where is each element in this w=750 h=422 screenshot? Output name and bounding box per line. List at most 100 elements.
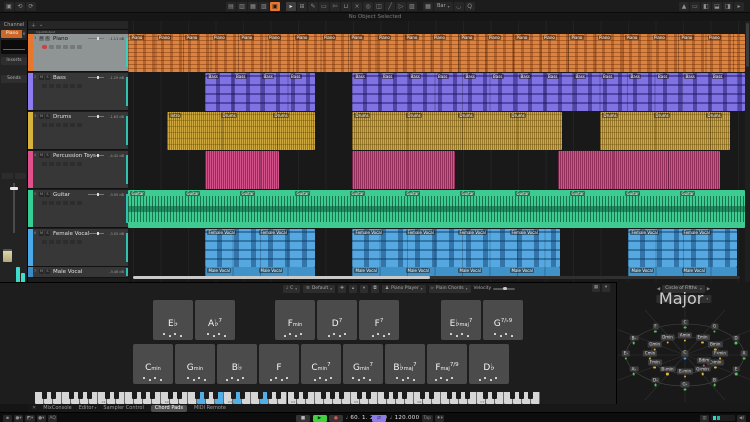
zoom-tool[interactable]: ◎ (363, 2, 373, 11)
track-volume-slider[interactable] (88, 77, 104, 78)
piano-keyboard[interactable]: C1C2C3C4C5C6C7 (35, 392, 540, 404)
black-key-54[interactable] (528, 392, 533, 399)
assistant-chord-Gbmin[interactable]: G♯min (694, 366, 711, 375)
edit-channel-icon[interactable] (56, 84, 61, 88)
assistant-chord-Bmin[interactable]: Bmin (708, 342, 722, 351)
draw-tool[interactable]: ✎ (308, 2, 318, 11)
mute-button[interactable]: M (39, 192, 44, 197)
horizontal-scrollbar-thumb[interactable] (133, 276, 430, 279)
black-key-24[interactable] (258, 392, 263, 399)
color-tool[interactable]: ▨ (407, 2, 417, 11)
vertical-scrollbar-thumb[interactable] (746, 23, 749, 67)
lane-icon[interactable] (70, 84, 75, 88)
assistant-chord-Bbmin[interactable]: B♭min (659, 366, 675, 375)
track-volume-slider[interactable] (88, 155, 104, 156)
track-row-male-vocal[interactable]: 7MSMale Vocal-3.46 dB (28, 267, 128, 278)
channel-eq-display[interactable] (1, 40, 27, 54)
assistant-chord-Eb[interactable]: E♭ (622, 351, 630, 360)
black-key-50[interactable] (492, 392, 497, 399)
solo-button[interactable]: S (45, 36, 50, 41)
range-selection-tool[interactable]: ⊞ (297, 2, 307, 11)
black-key-0[interactable] (42, 392, 47, 399)
black-key-53[interactable] (519, 392, 524, 399)
clip-drums[interactable]: DrumsDrumsDrumsDrums (352, 112, 562, 150)
channel-pan-buttons[interactable] (2, 173, 26, 179)
tab-mixconsole[interactable]: MixConsole (43, 405, 72, 411)
chord-pad-Bbmaj7[interactable]: B♭maj7 (385, 344, 425, 384)
transpose-down-icon[interactable]: ▾ (360, 285, 368, 293)
monitor-icon[interactable] (49, 162, 54, 166)
split-tool[interactable]: ✄ (330, 2, 340, 11)
solo-button[interactable]: S (45, 269, 50, 274)
freeze-icon[interactable] (63, 201, 68, 205)
assistant-chord-Dmin[interactable]: Dmin (660, 335, 675, 344)
preset-select[interactable]: ≡Default▾ (303, 285, 335, 293)
automation-icon[interactable] (77, 123, 82, 127)
black-key-33[interactable] (339, 392, 344, 399)
constrain-delay-icon[interactable]: ▪ (3, 415, 12, 422)
channel-edit-button[interactable]: e (22, 30, 26, 38)
edit-channel-icon[interactable] (56, 162, 61, 166)
chord-pad-Gmin[interactable]: Gmin (175, 344, 215, 384)
clip-percussion[interactable] (205, 151, 279, 189)
grid-type-select[interactable]: Bar▾ (434, 2, 453, 11)
record-enable-icon[interactable] (42, 84, 47, 88)
edit-channel-icon[interactable] (56, 240, 61, 244)
track-row-guitar[interactable]: 5MSGuitar-3.95 dB (28, 190, 128, 228)
add-chord-icon[interactable]: ✚ (338, 285, 346, 293)
lane-icon[interactable] (70, 45, 75, 49)
solo-button[interactable]: S (45, 231, 50, 236)
chord-pad-Eb[interactable]: E♭ (153, 300, 193, 340)
channel-volume-fader[interactable] (3, 249, 12, 262)
voicing-mode-select[interactable]: ▹Plain Chords▾ (429, 285, 471, 293)
track-row-percussion-toys[interactable]: 4MSPercussion Toys-4.42 dB (28, 151, 128, 189)
signature-button[interactable]: ♦▾ (435, 415, 444, 422)
assistant-chord-Cmin[interactable]: Cmin (643, 351, 657, 360)
black-key-7[interactable] (105, 392, 110, 399)
root-key-select[interactable]: ♩C▾ (283, 285, 300, 293)
left-zone-icon[interactable]: ◧ (701, 2, 711, 11)
assistant-chord-Bb[interactable]: B♭ (630, 335, 639, 344)
track-volume-slider[interactable] (88, 194, 104, 195)
assistant-chord-A[interactable]: A (741, 351, 748, 360)
arrangement-area[interactable]: PianoPianoPianoPianoPianoPianoPianoPiano… (128, 21, 745, 282)
black-key-11[interactable] (141, 392, 146, 399)
chord-pad-Db[interactable]: D♭ (469, 344, 509, 384)
black-key-47[interactable] (465, 392, 470, 399)
quantize-icon[interactable]: Q (465, 2, 475, 11)
clip-percussion[interactable] (558, 151, 720, 189)
clip-percussion[interactable] (352, 151, 455, 189)
metronome-icon[interactable]: ●▾ (37, 415, 46, 422)
automation-icon[interactable] (77, 201, 82, 205)
record-enable-icon[interactable] (42, 45, 47, 49)
black-key-15[interactable] (177, 392, 182, 399)
snap-magnet-icon[interactable]: ◡ (454, 2, 464, 11)
assistant-next-icon[interactable]: ▶ (707, 287, 710, 292)
edit-channel-icon[interactable] (56, 123, 61, 127)
clip-female-vocal[interactable]: Female VocalFemale Vocal (628, 229, 737, 267)
object-selection-tool[interactable]: ▸ (286, 2, 296, 11)
clip-female-vocal[interactable]: Female VocalFemale VocalFemale VocalFema… (352, 229, 560, 267)
black-key-38[interactable] (384, 392, 389, 399)
freeze-icon[interactable] (63, 84, 68, 88)
mute-button[interactable]: M (39, 269, 44, 274)
assistant-chord-C[interactable]: C (681, 351, 688, 360)
assistant-chord-B[interactable]: B (711, 377, 718, 386)
black-key-19[interactable] (213, 392, 218, 399)
assistant-chord-C[interactable]: C (682, 320, 689, 329)
auto-scroll-icon[interactable]: ▥ (237, 2, 247, 11)
snap-type-icon[interactable]: ▧ (259, 2, 269, 11)
black-key-8[interactable] (114, 392, 119, 399)
chord-pad-Fmaj7b9[interactable]: Fmaj7/9 (427, 344, 467, 384)
automation-icon[interactable] (77, 240, 82, 244)
black-key-18[interactable] (204, 392, 209, 399)
window-layout-icon[interactable]: ▭ (690, 2, 700, 11)
black-key-32[interactable] (330, 392, 335, 399)
chord-pad-Ebmaj7[interactable]: E♭maj7 (441, 300, 481, 340)
solo-button[interactable]: S (45, 75, 50, 80)
lock-icon[interactable]: ◘ (371, 285, 379, 293)
record-enable-icon[interactable] (42, 240, 47, 244)
lower-zone-icon[interactable]: ⬓ (712, 2, 722, 11)
solo-button[interactable]: S (45, 153, 50, 158)
black-key-14[interactable] (168, 392, 173, 399)
